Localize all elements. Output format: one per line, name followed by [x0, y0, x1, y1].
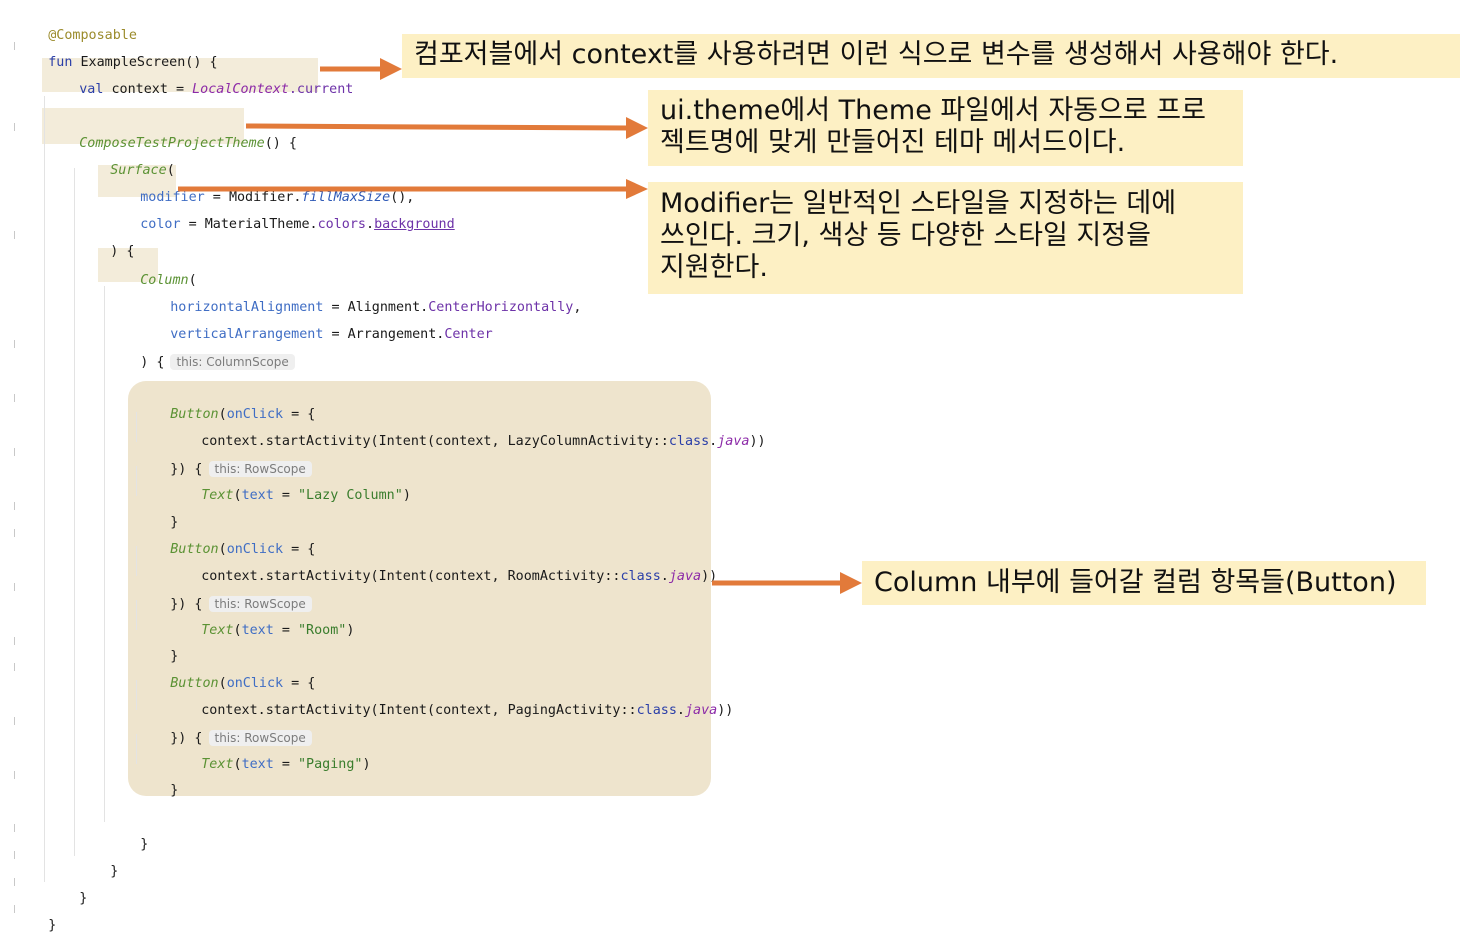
ide-code-screenshot: @Composable fun ExampleScreen() { val co…: [0, 0, 1472, 936]
arrow-context-head: [380, 58, 402, 80]
arrow-buttons-head: [840, 572, 862, 594]
callout-theme: ui.theme에서 Theme 파일에서 자동으로 프로 젝트명에 맞게 만들…: [648, 90, 1243, 166]
arrow-theme: [245, 123, 629, 131]
callout-modifier: Modifier는 일반적인 스타일을 지정하는 데에 쓰인다. 크기, 색상 …: [648, 182, 1243, 294]
callout-column-buttons: Column 내부에 들어갈 컬럼 항목들(Button): [862, 561, 1426, 605]
arrow-theme-head: [626, 117, 648, 139]
arrow-modifier-head: [626, 179, 648, 199]
callout-context: 컴포저블에서 context를 사용하려면 이런 식으로 변수를 생성해서 사용…: [402, 34, 1460, 78]
